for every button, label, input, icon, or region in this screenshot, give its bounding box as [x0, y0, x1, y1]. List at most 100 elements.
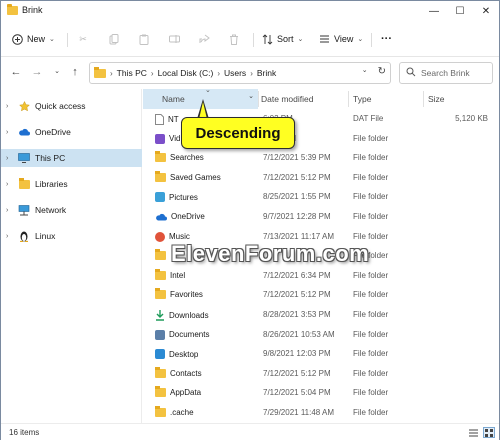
breadcrumb-this-pc[interactable]: This PC — [117, 68, 147, 78]
large-icons-view-button[interactable] — [483, 427, 495, 438]
details-view-icon — [468, 429, 478, 436]
search-input[interactable]: Search Brink — [399, 62, 493, 84]
rename-button[interactable] — [168, 29, 180, 49]
chevron-right-icon: › — [6, 180, 9, 188]
file-name-cell: Vid — [155, 133, 181, 144]
folder-icon — [155, 170, 166, 182]
column-divider[interactable] — [348, 91, 349, 107]
chevron-down-icon: ⌄ — [357, 36, 364, 43]
file-name-cell — [155, 249, 170, 261]
window-title: Brink — [22, 5, 43, 15]
up-button[interactable]: ↑ — [68, 65, 82, 79]
column-header-date[interactable]: Date modified — [261, 89, 346, 109]
file-name-cell: AppData — [155, 386, 202, 398]
file-row[interactable]: Intel 7/12/2021 6:34 PM File folder — [143, 266, 499, 286]
minimize-button[interactable]: — — [421, 1, 447, 21]
details-view-button[interactable] — [467, 427, 479, 438]
sort-label: Sort — [277, 34, 294, 44]
documents-icon — [155, 329, 165, 340]
file-name: Intel — [170, 270, 186, 280]
back-button[interactable]: ← — [9, 65, 23, 79]
share-button[interactable] — [198, 29, 210, 49]
share-icon — [198, 33, 210, 45]
sidebar-item-quick-access[interactable]: › Quick access — [1, 97, 142, 115]
file-name: Favorites — [170, 290, 203, 300]
view-label: View — [334, 34, 354, 44]
file-row[interactable]: Desktop 9/8/2021 12:03 PM File folder — [143, 344, 499, 364]
more-options-button[interactable]: ··· — [381, 29, 392, 49]
library-icon — [18, 177, 30, 190]
sidebar-item-label: Libraries — [35, 179, 68, 189]
music-icon — [155, 231, 165, 242]
folder-icon — [155, 366, 166, 378]
sidebar-item-onedrive[interactable]: › OneDrive — [1, 123, 142, 141]
cut-button[interactable]: ✂ — [77, 29, 89, 49]
file-name-cell: Favorites — [155, 288, 203, 300]
folder-icon — [155, 151, 166, 163]
file-name: AppData — [170, 388, 202, 398]
file-row[interactable]: Searches 7/12/2021 5:39 PM File folder — [143, 148, 499, 168]
close-button[interactable]: ✕ — [473, 1, 499, 21]
file-name: Saved Games — [170, 172, 221, 182]
navigation-pane: › Quick access › OneDrive › This PC › Li… — [1, 89, 142, 423]
divider — [371, 33, 372, 47]
chevron-down-icon: ⌄ — [297, 36, 304, 43]
forward-button[interactable]: → — [30, 65, 44, 79]
file-row[interactable]: Favorites 7/12/2021 5:12 PM File folder — [143, 285, 499, 305]
file-date: 7/12/2021 5:39 PM — [263, 153, 331, 163]
sidebar-item-libraries[interactable]: › Libraries — [1, 175, 142, 193]
file-date: 7/12/2021 6:34 PM — [263, 270, 331, 280]
sidebar-item-label: Linux — [35, 231, 56, 241]
folder-icon — [155, 406, 166, 417]
column-header-size[interactable]: Size — [428, 89, 488, 109]
folder-icon — [7, 4, 18, 15]
file-name: Vid — [169, 134, 181, 144]
chevron-right-icon: › — [6, 102, 9, 110]
file-row[interactable]: OneDrive 9/7/2021 12:28 PM File folder — [143, 207, 499, 227]
cloud-icon — [18, 127, 30, 138]
column-divider[interactable] — [258, 91, 259, 107]
recent-locations-button[interactable]: ⌄ — [50, 65, 64, 79]
file-name: NT — [168, 115, 179, 124]
chevron-right-icon: › — [250, 68, 253, 78]
video-icon — [155, 133, 165, 144]
command-bar: New ⌄ ✂ Sort ⌄ View ⌄ ··· — [1, 21, 499, 57]
new-button[interactable]: New ⌄ — [11, 29, 55, 49]
column-header-type[interactable]: Type — [353, 89, 423, 109]
breadcrumb-users[interactable]: Users — [224, 68, 246, 78]
file-row[interactable]: Documents 8/26/2021 10:53 AM File folder — [143, 325, 499, 345]
breadcrumb-local-disk[interactable]: Local Disk (C:) — [158, 68, 214, 78]
search-placeholder: Search Brink — [421, 68, 470, 78]
column-header-label: Date modified — [261, 94, 314, 104]
copy-button[interactable] — [108, 29, 120, 49]
file-row[interactable]: Contacts 7/12/2021 5:12 PM File folder — [143, 364, 499, 384]
file-date: 7/12/2021 5:12 PM — [263, 172, 331, 182]
refresh-button[interactable]: ↻ — [378, 66, 386, 77]
view-button[interactable]: View ⌄ — [318, 29, 363, 49]
more-icon: ··· — [381, 33, 392, 45]
file-row[interactable]: Pictures 8/25/2021 1:55 PM File folder — [143, 187, 499, 207]
address-bar[interactable]: › This PC › Local Disk (C:) › Users › Br… — [89, 62, 391, 84]
address-dropdown-button[interactable]: ⌄ — [362, 66, 368, 77]
sidebar-item-linux[interactable]: › Linux — [1, 227, 142, 245]
file-row[interactable]: Downloads 8/28/2021 3:53 PM File folder — [143, 305, 499, 325]
sidebar-item-network[interactable]: › Network — [1, 201, 142, 219]
file-date: 9/7/2021 12:28 PM — [263, 212, 331, 221]
item-count: 16 items — [9, 428, 40, 437]
folder-icon — [155, 386, 166, 398]
delete-button[interactable] — [228, 29, 240, 49]
column-divider[interactable] — [423, 91, 424, 107]
paste-button[interactable] — [138, 29, 150, 49]
divider — [67, 33, 68, 47]
file-row[interactable]: .cache 7/29/2021 11:48 AM File folder — [143, 403, 499, 423]
file-type: DAT File — [353, 114, 384, 123]
file-date: 7/13/2021 11:17 AM — [263, 231, 335, 241]
chevron-down-icon[interactable]: ⌄ — [248, 92, 254, 100]
file-row[interactable]: Saved Games 7/12/2021 5:12 PM File folder — [143, 168, 499, 188]
file-name-cell: Saved Games — [155, 170, 221, 182]
sidebar-item-this-pc[interactable]: › This PC — [1, 149, 142, 167]
file-row[interactable]: AppData 7/12/2021 5:04 PM File folder — [143, 383, 499, 403]
sort-button[interactable]: Sort ⌄ — [261, 29, 303, 49]
maximize-button[interactable]: ☐ — [447, 1, 473, 21]
breadcrumb-brink[interactable]: Brink — [257, 68, 276, 78]
